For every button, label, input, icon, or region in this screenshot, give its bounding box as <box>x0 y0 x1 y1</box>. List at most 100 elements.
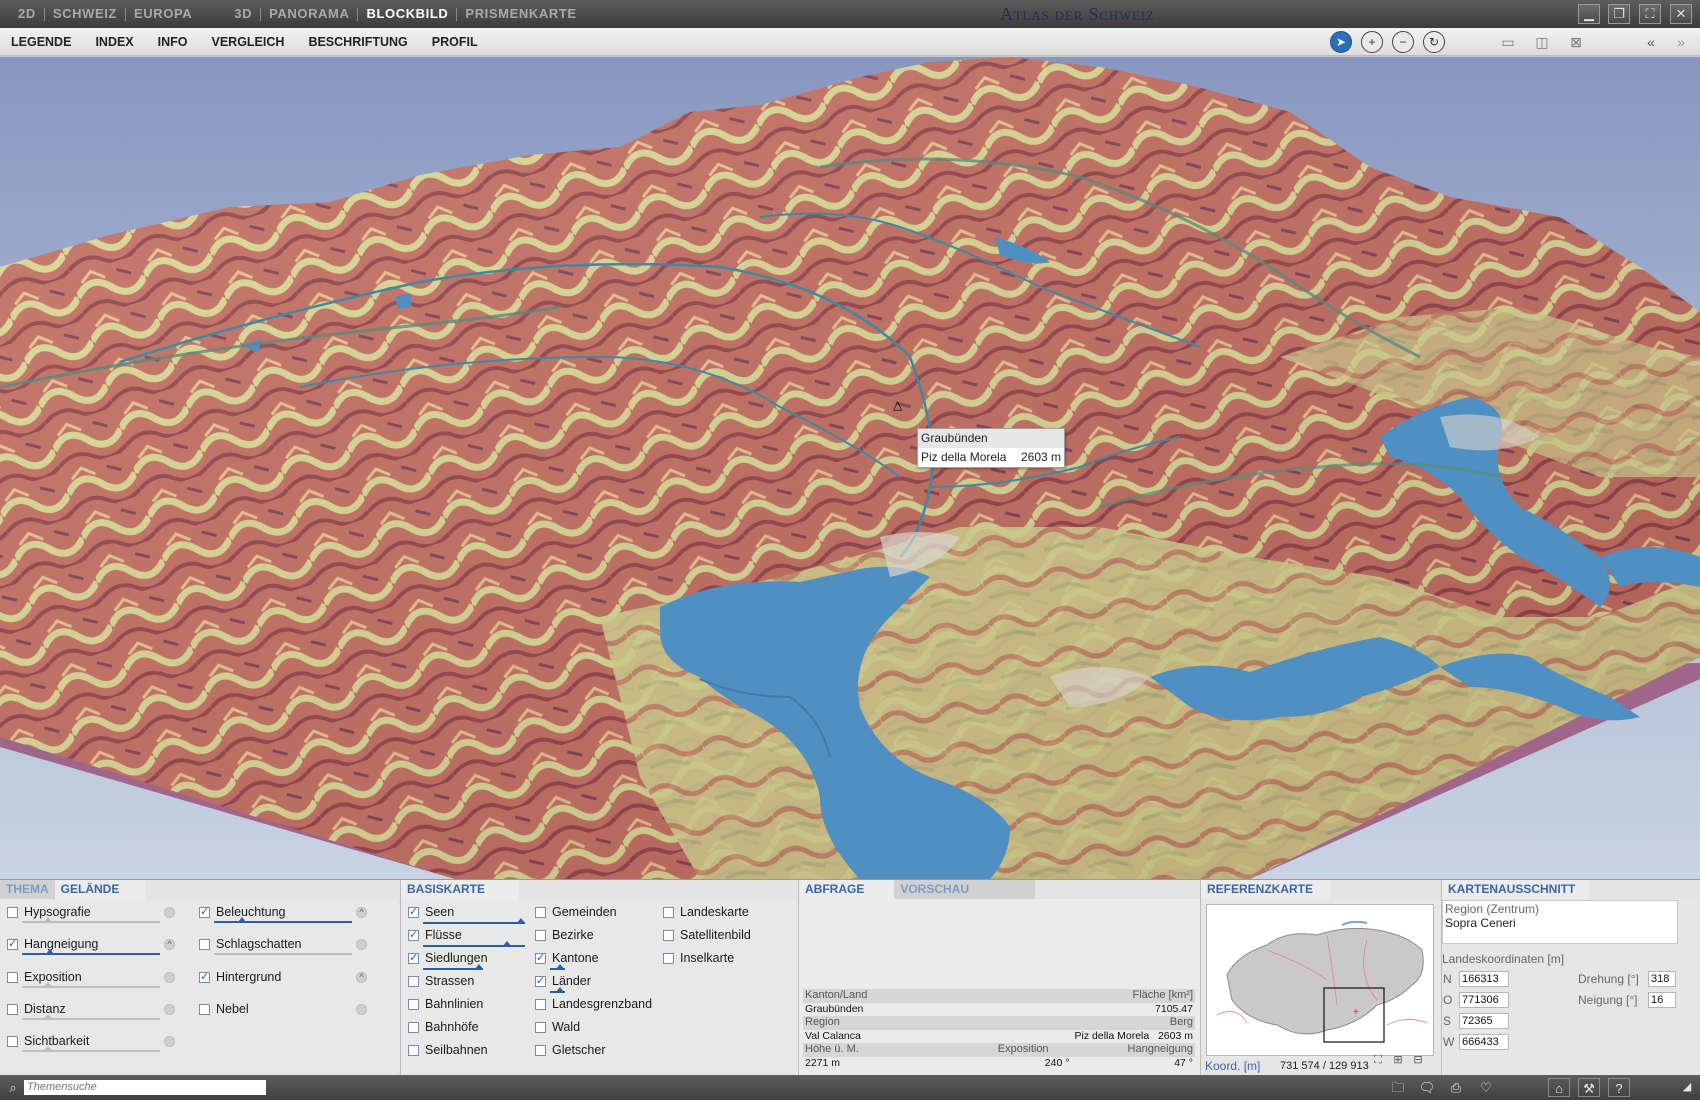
tab-kartenausschnitt[interactable]: KARTENAUSSCHNITT <box>1442 880 1590 899</box>
print-icon[interactable]: ⎙ <box>1445 1078 1467 1097</box>
mode-schweiz[interactable]: SCHWEIZ <box>45 0 125 28</box>
mode-europa[interactable]: EUROPA <box>126 0 200 28</box>
zoom-out-icon[interactable]: − <box>1392 31 1414 53</box>
checkbox[interactable]: ✓ <box>408 906 419 918</box>
slider-track[interactable] <box>22 982 160 988</box>
checkbox[interactable] <box>408 1044 419 1056</box>
option-inselkarte[interactable]: Inselkarte <box>663 947 734 969</box>
checkbox[interactable] <box>535 929 546 941</box>
menu-profil[interactable]: PROFIL <box>432 35 478 49</box>
themensuche-input[interactable] <box>24 1080 266 1095</box>
reference-map[interactable]: + <box>1206 904 1434 1056</box>
expand-icon[interactable] <box>164 1036 175 1047</box>
option-gletscher[interactable]: Gletscher <box>535 1039 606 1061</box>
checkbox[interactable] <box>663 952 674 964</box>
checkbox[interactable] <box>408 998 419 1010</box>
expand-icon[interactable] <box>356 1004 367 1015</box>
coord-o-field[interactable]: 771306 <box>1459 992 1509 1008</box>
folder-icon[interactable]: 🗀 <box>1387 1078 1409 1097</box>
menu-vergleich[interactable]: VERGLEICH <box>212 35 285 49</box>
option-bezirke[interactable]: Bezirke <box>535 924 594 946</box>
mode-3d[interactable]: 3D <box>226 0 260 28</box>
option-schlagschatten[interactable]: Schlagschatten <box>199 933 301 955</box>
collapse-icon[interactable]: ^ <box>356 972 367 983</box>
checkbox[interactable] <box>663 906 674 918</box>
summit-marker[interactable]: △ <box>893 398 902 412</box>
restore-icon[interactable]: ❐ <box>1608 4 1630 24</box>
blockbild-3d-view[interactable]: △ Graubünden Piz della Morela 2603 m <box>0 57 1700 879</box>
slider-track[interactable] <box>22 1046 160 1052</box>
slider-track[interactable] <box>22 949 160 955</box>
horizontal-split-icon[interactable]: ▭ <box>1497 33 1519 51</box>
checkbox[interactable] <box>7 1003 18 1015</box>
checkbox[interactable]: ✓ <box>535 952 546 964</box>
tab-vorschau[interactable]: VORSCHAU <box>894 880 1036 899</box>
resize-icon[interactable]: ◢ <box>1676 1078 1698 1097</box>
checkbox[interactable] <box>535 1021 546 1033</box>
tab-thema[interactable]: THEMA <box>0 880 55 899</box>
option-seilbahnen[interactable]: Seilbahnen <box>408 1039 488 1061</box>
collapse-right-icon[interactable]: » <box>1670 33 1692 51</box>
option-seen[interactable]: ✓ Seen <box>408 901 454 923</box>
collapse-icon[interactable]: ^ <box>164 939 175 950</box>
neigung-field[interactable]: 16 <box>1648 992 1676 1008</box>
mode-2d[interactable]: 2D <box>10 0 44 28</box>
checkbox[interactable]: ✓ <box>408 952 419 964</box>
checkbox[interactable] <box>408 975 419 987</box>
select-arrow-icon[interactable]: ➤ <box>1330 31 1352 53</box>
tab-referenzkarte[interactable]: REFERENZKARTE <box>1201 880 1332 899</box>
expand-icon[interactable] <box>356 939 367 950</box>
menu-legende[interactable]: LEGENDE <box>11 35 71 49</box>
checkbox[interactable] <box>7 906 18 918</box>
option-fluesse[interactable]: ✓ Flüsse <box>408 924 462 946</box>
fullscreen-icon[interactable]: ⛶ <box>1639 4 1661 24</box>
checkbox[interactable] <box>535 1044 546 1056</box>
mode-panorama[interactable]: PANORAMA <box>261 0 357 28</box>
option-kantone[interactable]: ✓ Kantone <box>535 947 599 969</box>
option-nebel[interactable]: Nebel <box>199 998 249 1020</box>
tab-gelaende[interactable]: GELÄNDE <box>54 880 146 899</box>
mode-prismenkarte[interactable]: PRISMENKARTE <box>457 0 584 28</box>
slider-track[interactable] <box>22 917 160 923</box>
option-landesgrenzband[interactable]: Landesgrenzband <box>535 993 652 1015</box>
expand-icon[interactable] <box>164 1004 175 1015</box>
coord-s-field[interactable]: 72365 <box>1459 1013 1509 1029</box>
option-landeskarte[interactable]: Landeskarte <box>663 901 749 923</box>
checkbox[interactable]: ✓ <box>7 938 18 950</box>
checkbox[interactable] <box>408 1021 419 1033</box>
checkbox[interactable]: ✓ <box>199 971 210 983</box>
zoom-in-icon[interactable]: + <box>1361 31 1383 53</box>
option-wald[interactable]: Wald <box>535 1016 580 1038</box>
collapse-icon[interactable]: ^ <box>356 907 367 918</box>
option-distanz[interactable]: Distanz <box>7 998 66 1020</box>
fullscreen-map-icon[interactable]: ⛶ <box>1371 1051 1385 1070</box>
checkbox[interactable] <box>535 998 546 1010</box>
checkbox[interactable] <box>199 938 210 950</box>
checkbox[interactable] <box>663 929 674 941</box>
rotate-icon[interactable]: ↻ <box>1423 31 1445 53</box>
home-icon[interactable]: ⌂ <box>1548 1078 1570 1097</box>
checkbox[interactable] <box>199 1003 210 1015</box>
zoom-out-map-icon[interactable]: ⊟ <box>1411 1051 1425 1070</box>
help-icon[interactable]: ? <box>1608 1078 1630 1097</box>
vertical-split-icon[interactable]: ◫ <box>1531 33 1553 51</box>
slider-track[interactable] <box>214 917 352 923</box>
bookmark-icon[interactable]: ♡ <box>1475 1078 1497 1097</box>
mode-blockbild[interactable]: BLOCKBILD <box>358 0 456 28</box>
option-bahnhoefe[interactable]: Bahnhöfe <box>408 1016 479 1038</box>
no-split-icon[interactable]: ⊠ <box>1565 33 1587 51</box>
tab-basiskarte[interactable]: BASISKARTE <box>401 880 520 899</box>
menu-beschriftung[interactable]: BESCHRIFTUNG <box>308 35 407 49</box>
slider-track[interactable] <box>22 1014 160 1020</box>
option-gemeinden[interactable]: Gemeinden <box>535 901 617 923</box>
collapse-left-icon[interactable]: « <box>1640 33 1662 51</box>
close-icon[interactable]: ✕ <box>1670 4 1692 24</box>
tools-icon[interactable]: ⚒ <box>1578 1078 1600 1097</box>
tab-abfrage[interactable]: ABFRAGE <box>799 880 895 899</box>
coord-w-field[interactable]: 666433 <box>1459 1034 1509 1050</box>
slider-track[interactable] <box>214 953 352 955</box>
option-strassen[interactable]: Strassen <box>408 970 474 992</box>
checkbox[interactable]: ✓ <box>199 906 210 918</box>
option-hintergrund[interactable]: ✓ Hintergrund <box>199 966 281 988</box>
checkbox[interactable] <box>7 1035 18 1047</box>
